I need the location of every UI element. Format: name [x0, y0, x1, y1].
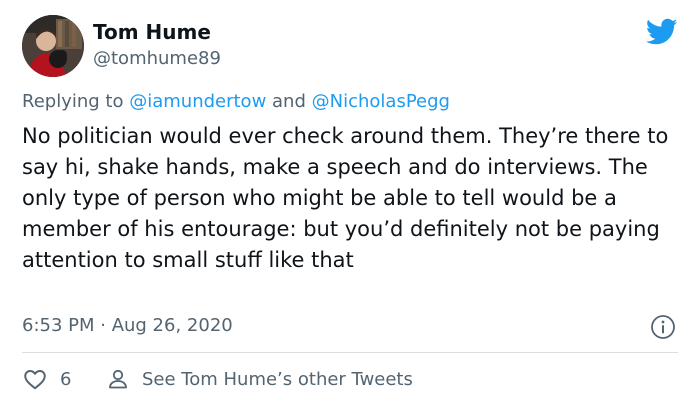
info-icon[interactable]: [650, 314, 676, 340]
mention-link[interactable]: @iamundertow: [129, 91, 266, 112]
person-icon: [109, 369, 127, 389]
avatar[interactable]: [22, 15, 84, 77]
tweet-card: Tom Hume @tomhume89 Replying to @iamunde…: [0, 0, 700, 406]
replying-to-prefix: Replying to: [22, 91, 124, 112]
replying-to: Replying to @iamundertow and @NicholasPe…: [22, 90, 450, 114]
avatar-image: [22, 15, 84, 77]
divider: [22, 352, 678, 353]
author-handle[interactable]: @tomhume89: [93, 47, 221, 71]
mention-link[interactable]: @NicholasPegg: [312, 91, 450, 112]
see-other-tweets-label: See Tom Hume’s other Tweets: [142, 368, 413, 390]
heart-icon: [24, 370, 46, 390]
twitter-bird-icon[interactable]: [646, 18, 678, 46]
see-other-tweets-link[interactable]: See Tom Hume’s other Tweets: [106, 366, 413, 392]
tweet-timestamp[interactable]: 6:53 PM · Aug 26, 2020: [22, 314, 233, 338]
like-button[interactable]: 6: [22, 366, 71, 392]
author-name[interactable]: Tom Hume: [93, 20, 211, 44]
like-count: 6: [60, 368, 72, 390]
replying-to-joiner: and: [272, 91, 306, 112]
tweet-text: No politician would ever check around th…: [22, 124, 669, 272]
